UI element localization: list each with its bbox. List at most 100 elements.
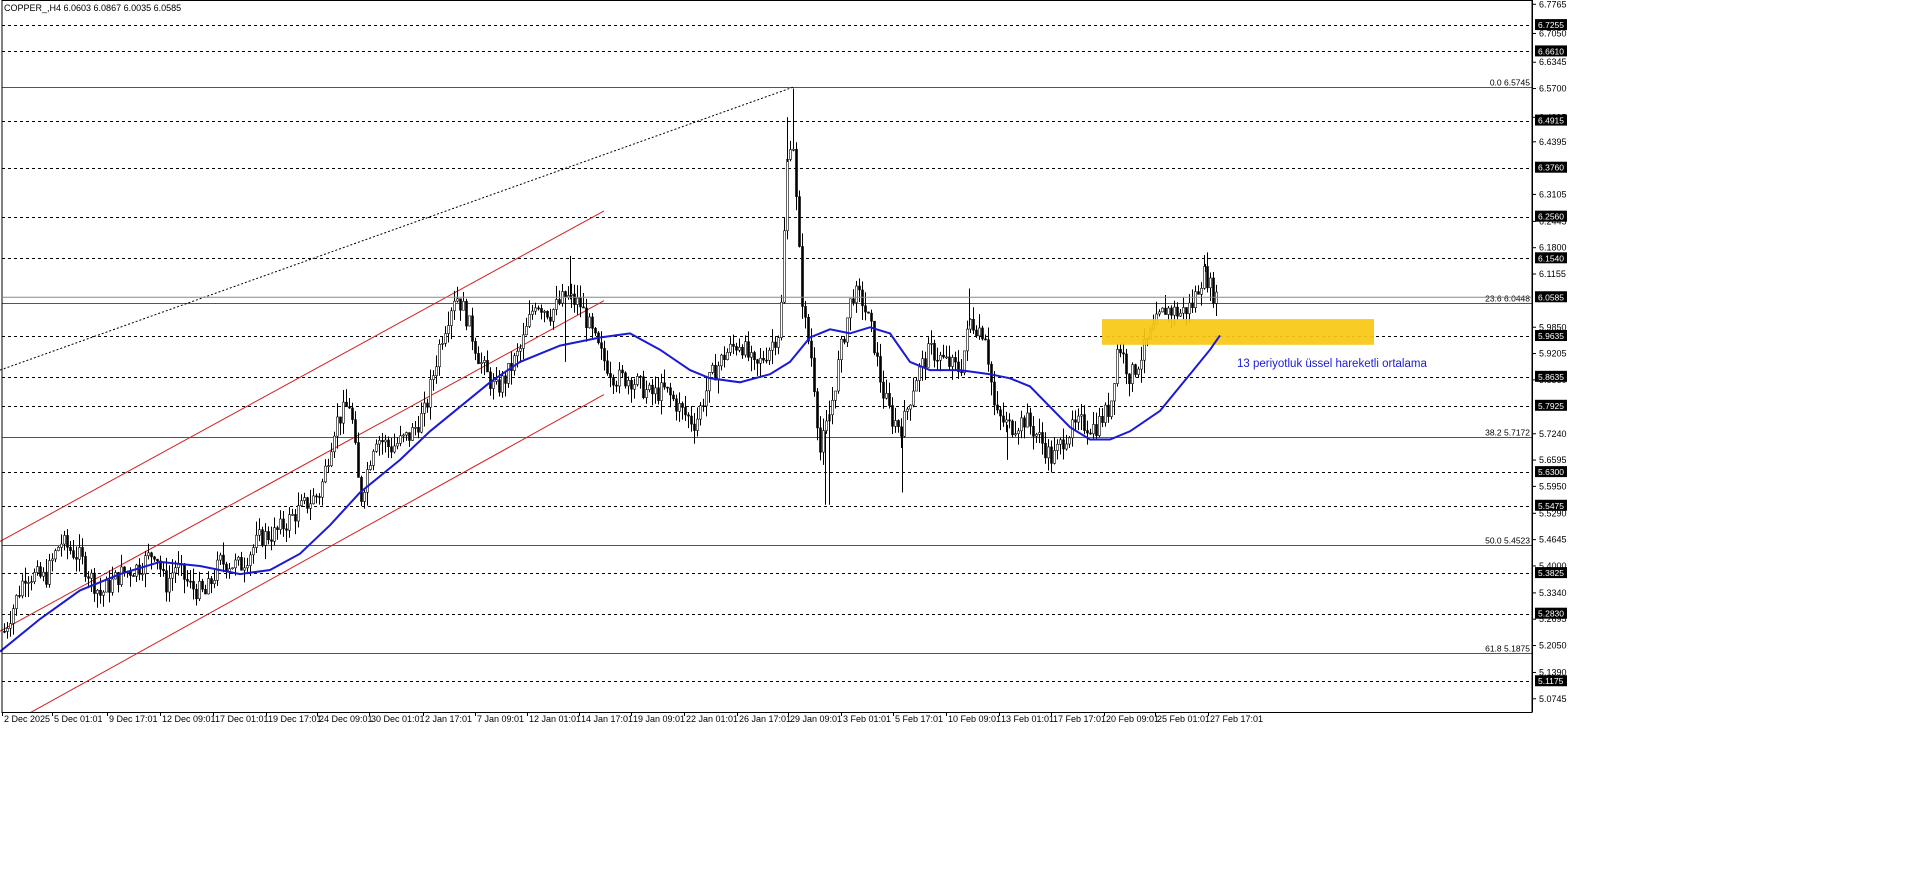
time-tick-label: 5 Feb 17:01 [895,714,943,724]
candle-body [777,337,780,348]
candle-body [9,623,12,629]
time-tick-label: 19 Jan 09:01 [633,714,685,724]
candle [546,310,549,320]
candle-body [993,381,996,406]
candle-body [51,558,54,561]
candle-body [786,159,789,232]
candle-body [192,580,195,590]
candle-body [312,495,315,505]
candle [762,350,765,364]
candle-body [759,357,762,364]
time-tick-label: 17 Feb 17:01 [1053,714,1106,724]
level-badge-label: 5.9635 [1538,331,1564,341]
candle-body [654,387,657,395]
candle-body [585,307,588,329]
candle-body [783,230,786,303]
candle-body [627,380,630,387]
candle-body [249,554,252,566]
candle [756,358,759,376]
candle [642,370,645,400]
candle [894,407,897,433]
candle-body [1092,424,1095,435]
candle-body [375,443,378,452]
candle-body [939,354,942,361]
candle [321,478,324,506]
candle [1131,362,1134,392]
candle [537,305,540,311]
candle [135,563,138,582]
candle [378,435,381,456]
candle [882,370,885,409]
candle [1062,428,1065,460]
price-chart[interactable]: 0.0 6.5745 23.6 6.0448 38.2 5.7172 50.0 5.4… [0,0,1916,888]
candle-body [780,301,783,338]
candle-body [1086,430,1089,434]
candle-body [30,581,33,583]
candle [711,362,714,375]
candle-body [639,376,642,378]
candle [951,354,954,380]
candle [645,380,648,404]
candle-body [861,289,864,307]
candle [618,362,621,394]
candle-body [882,381,885,399]
candle [1188,294,1191,324]
candle-body [396,443,399,447]
time-tick-label: 3 Feb 01:01 [843,714,891,724]
candle-body [459,298,462,311]
candle-body [1182,307,1185,314]
candle-body [831,399,834,416]
candle-body [858,285,861,291]
candle [6,621,9,639]
candle-body [726,352,729,360]
candle-body [663,382,666,388]
candle-body [1059,439,1062,445]
fib-level-label: 23.6 6.0448 [1485,294,1530,304]
candle-body [729,343,732,353]
candle-body [255,534,258,548]
candle [861,281,864,320]
candle [453,290,456,320]
candle-body [300,500,303,506]
candle-body [1116,349,1119,384]
candle-body [990,363,993,383]
candle-body [330,451,333,467]
candle-body [1194,291,1197,308]
candle [693,412,696,444]
candle [225,561,228,579]
candle [207,571,210,595]
candle-body [54,550,57,560]
candle [507,363,510,388]
candle [558,290,561,306]
candle [1080,404,1083,431]
candle [1203,254,1206,290]
candle-body [363,492,366,502]
candle [246,557,249,572]
candle [648,382,651,393]
time-tick-label: 9 Dec 17:01 [109,714,158,724]
candle-body [168,577,171,593]
support-zone [1102,319,1374,345]
candle [45,558,48,588]
candle-body [699,405,702,420]
candle [213,569,216,589]
candle-body [291,514,294,516]
level-badge-label: 6.1540 [1538,253,1564,263]
candle-body [633,384,636,390]
candle-body [909,404,912,410]
candle-body [87,576,90,579]
candle [324,459,327,484]
candle [1008,413,1011,429]
candle-body [600,342,603,349]
candle-body [75,557,78,560]
candle-body [657,387,660,401]
price-tick-label: 6.1800 [1539,243,1567,253]
candle-body [696,418,699,431]
channel-line [29,394,605,714]
candle-body [798,196,801,247]
candle [915,377,918,392]
candle [63,530,66,551]
candle [420,402,423,434]
candle [666,386,669,393]
candle-body [1026,412,1029,428]
